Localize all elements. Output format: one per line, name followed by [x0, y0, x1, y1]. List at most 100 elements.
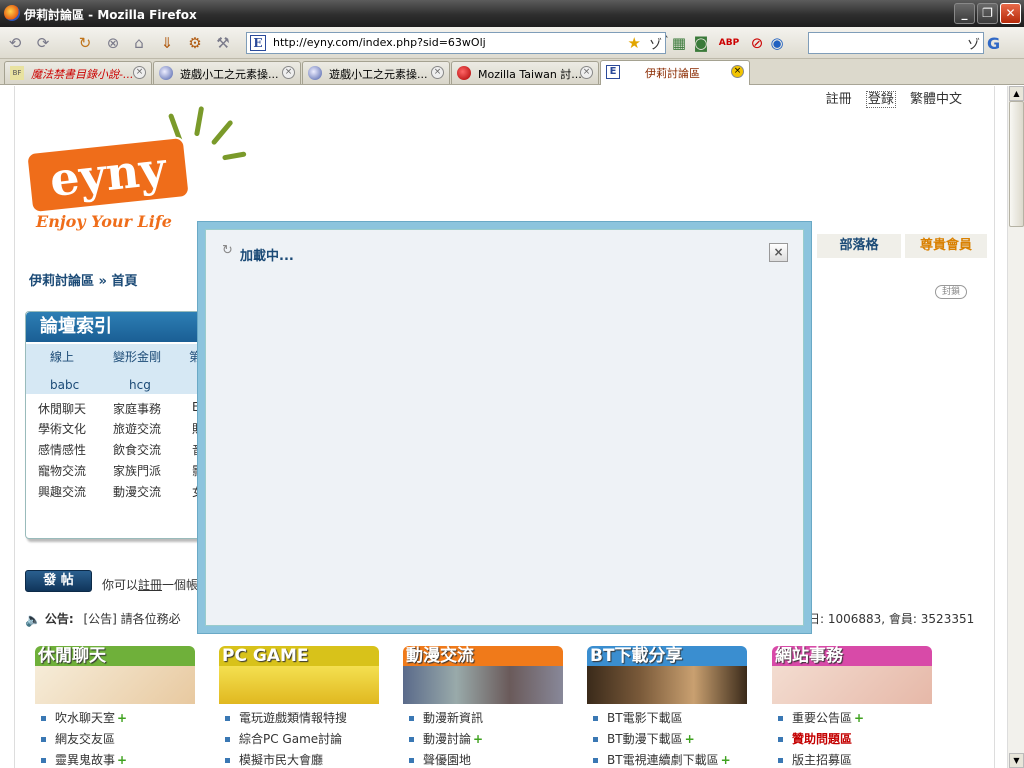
category-title[interactable]: PC GAME: [219, 646, 379, 666]
scroll-down-icon[interactable]: ▼: [1009, 753, 1024, 768]
download-icon[interactable]: ⇓: [156, 32, 178, 54]
forum-link[interactable]: 變形金剛: [113, 348, 161, 365]
forum-category-link[interactable]: 興趣交流: [38, 483, 86, 500]
dialog-close-button[interactable]: ×: [769, 243, 788, 262]
forum-link[interactable]: 線上: [50, 348, 74, 365]
search-go-icon[interactable]: ゾ: [967, 34, 980, 53]
forum-category-link[interactable]: 感情感性: [38, 441, 86, 458]
category-banner-image: [772, 666, 932, 704]
category-forum-list: BT電影下載區 BT動漫下載區 + BT電視連續劇下載區 +: [587, 708, 747, 768]
post-info-suffix: 一個帳: [162, 578, 199, 592]
category-panel: 網站事務重要公告區 + 贊助問題區版主招募區: [772, 646, 932, 768]
tab-active[interactable]: E 伊莉討論區 ×: [600, 60, 750, 85]
subforum-link[interactable]: BT電視連續劇下載區 +: [587, 750, 747, 768]
forum-category-link[interactable]: 飲食交流: [113, 441, 161, 458]
loading-dialog: ↻ 加載中... ×: [197, 221, 812, 634]
subforum-link[interactable]: 吹水聊天室 +: [35, 708, 195, 729]
scroll-thumb[interactable]: [1009, 101, 1024, 227]
new-post-button[interactable]: 發 帖: [25, 570, 92, 592]
browser-window: 伊莉討論區 - Mozilla Firefox _ ❐ ✕ ⟲ ⟳ ↻ ⊗ ⌂ …: [0, 0, 1024, 768]
breadcrumb[interactable]: 伊莉討論區 » 首頁: [29, 270, 137, 289]
forum-category-link[interactable]: 休閒聊天: [38, 400, 86, 417]
tab-close-icon[interactable]: ×: [731, 65, 744, 78]
forum-category-link[interactable]: 學術文化: [38, 420, 86, 437]
category-title[interactable]: 休閒聊天: [35, 646, 195, 666]
tab-close-icon[interactable]: ×: [431, 66, 444, 79]
adblock-icon[interactable]: ABP: [718, 32, 740, 54]
feed-icon[interactable]: ▦: [668, 32, 690, 54]
subforum-link[interactable]: 網友交友區: [35, 729, 195, 750]
tab-favicon-icon: [159, 66, 173, 80]
screenshot-icon[interactable]: ◙: [690, 32, 712, 54]
proxy-icon[interactable]: ◉: [766, 32, 788, 54]
url-text[interactable]: http://eyny.com/index.php?sid=63wOlj: [273, 36, 486, 49]
tab-close-icon[interactable]: ×: [580, 66, 593, 79]
search-input[interactable]: ゾ: [808, 32, 984, 54]
site-logo[interactable]: eyny Enjoy Your Life: [25, 106, 247, 236]
stop-icon[interactable]: ⊗: [102, 32, 124, 54]
register-link[interactable]: 註冊: [826, 92, 852, 107]
subforum-link[interactable]: BT動漫下載區 +: [587, 729, 747, 750]
subforum-link[interactable]: 版主招募區: [772, 750, 932, 768]
home-icon[interactable]: ⌂: [128, 32, 150, 54]
logo-ray: [194, 106, 205, 137]
subforum-link[interactable]: 動漫討論 +: [403, 729, 563, 750]
addon-icon[interactable]: ⚙: [184, 32, 206, 54]
vip-link[interactable]: 尊貴會員: [905, 234, 987, 258]
subforum-label: 版主招募區: [792, 753, 853, 767]
google-search-engine-icon[interactable]: G: [987, 34, 1000, 53]
forum-category-link[interactable]: 旅遊交流: [113, 420, 161, 437]
blog-link[interactable]: 部落格: [817, 234, 901, 258]
language-link[interactable]: 繁體中文: [910, 92, 962, 107]
logo-tagline: Enjoy Your Life: [36, 212, 172, 231]
category-title[interactable]: 網站事務: [772, 646, 932, 666]
announcement-text[interactable]: [公告] 請各位務必: [83, 612, 180, 626]
subforum-link[interactable]: 動漫新資訊: [403, 708, 563, 729]
subforum-link[interactable]: 贊助問題區: [772, 729, 932, 750]
subforum-link[interactable]: 模擬市民大會廳: [219, 750, 379, 768]
vertical-scrollbar[interactable]: ▲ ▼: [1007, 86, 1024, 768]
tab-close-icon[interactable]: ×: [133, 66, 146, 79]
bookmark-star-icon[interactable]: ★: [628, 34, 641, 52]
announcement: 🔈 公告: [公告] 請各位務必: [25, 610, 181, 628]
subforum-link[interactable]: 電玩遊戲類情報特搜: [219, 708, 379, 729]
category-banner-image: [403, 666, 563, 704]
restore-button[interactable]: ❐: [977, 3, 998, 24]
category-banner-image: [587, 666, 747, 704]
subforum-link[interactable]: BT電影下載區: [587, 708, 747, 729]
noscript-icon[interactable]: ⊘: [746, 32, 768, 54]
subforum-link[interactable]: 重要公告區 +: [772, 708, 932, 729]
subforum-link[interactable]: 綜合PC Game討論: [219, 729, 379, 750]
category-banner-image: [219, 666, 379, 704]
forum-link[interactable]: hcg: [129, 378, 151, 392]
forum-category-link[interactable]: 家族門派: [113, 462, 161, 479]
category-forum-list: 電玩遊戲類情報特搜綜合PC Game討論模擬市民大會廳: [219, 708, 379, 768]
subforum-link[interactable]: 聲優園地: [403, 750, 563, 768]
subforum-label: 綜合PC Game討論: [239, 732, 343, 746]
forward-icon[interactable]: ⟳: [32, 32, 54, 54]
category-title[interactable]: 動漫交流: [403, 646, 563, 666]
address-bar[interactable]: E http://eyny.com/index.php?sid=63wOlj ★…: [246, 32, 666, 54]
subforum-link[interactable]: 靈異鬼故事 +: [35, 750, 195, 768]
close-window-button[interactable]: ✕: [1000, 3, 1021, 24]
tab[interactable]: 遊戲小工之元素操... ×: [302, 61, 450, 84]
tab[interactable]: Mozilla Taiwan 討... ×: [451, 61, 599, 84]
minimize-button[interactable]: _: [954, 3, 975, 24]
forum-category-link[interactable]: 家庭事務: [113, 400, 161, 417]
register-inline-link[interactable]: 註冊: [138, 578, 162, 592]
tools-icon[interactable]: ⚒: [212, 32, 234, 54]
forum-link[interactable]: babc: [50, 378, 79, 392]
scroll-up-icon[interactable]: ▲: [1009, 86, 1024, 101]
forum-category-link[interactable]: 寵物交流: [38, 462, 86, 479]
category-panel: PC GAME 電玩遊戲類情報特搜綜合PC Game討論模擬市民大會廳: [219, 646, 379, 768]
reload-icon[interactable]: ↻: [74, 32, 96, 54]
go-icon[interactable]: ゾ: [649, 34, 662, 53]
tab[interactable]: 遊戲小工之元素操... ×: [153, 61, 301, 84]
category-title[interactable]: BT下載分享: [587, 646, 747, 666]
tab-favicon-icon: [457, 66, 471, 80]
tab[interactable]: BF 魔法禁書目錄小說-... ×: [4, 61, 152, 84]
back-icon[interactable]: ⟲: [4, 32, 26, 54]
login-link[interactable]: 登錄: [865, 91, 896, 108]
tab-close-icon[interactable]: ×: [282, 66, 295, 79]
forum-category-link[interactable]: 動漫交流: [113, 483, 161, 500]
